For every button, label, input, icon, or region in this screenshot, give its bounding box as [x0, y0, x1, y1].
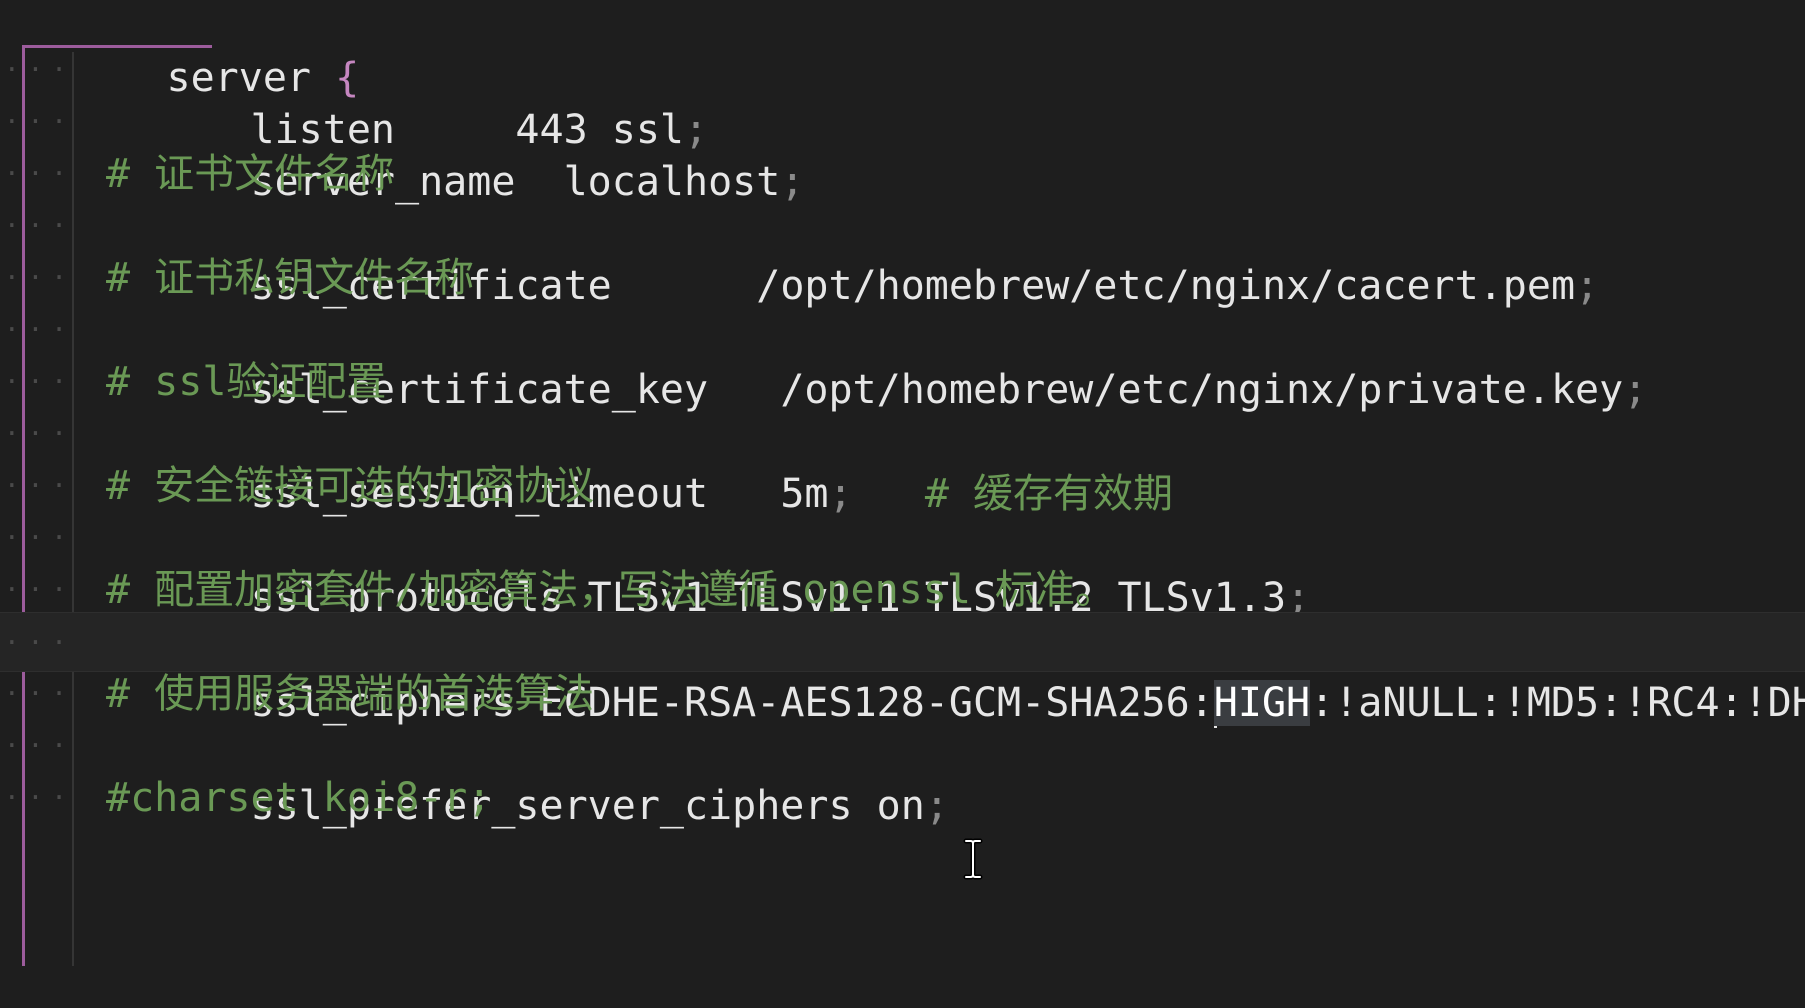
code-line[interactable]: ··· # 证书文件名称 [0, 144, 1805, 204]
current-code-line[interactable]: ··· ssl_ciphers ECDHE-RSA-AES128-GCM-SHA… [0, 612, 1805, 728]
code-line[interactable]: ··· ssl_certificate /opt/homebrew/etc/ng… [0, 196, 1805, 309]
comment: # 使用服务器端的首选算法 [106, 671, 595, 717]
comment: # 证书私钥文件名称 [106, 255, 475, 301]
whitespace-dots: ··· [4, 575, 75, 605]
whitespace-dots: ··· [4, 471, 75, 501]
code-line[interactable]: ··· #charset koi8-r; [0, 768, 1805, 828]
whitespace-dots: ··· [4, 367, 75, 397]
code-line[interactable]: ··· ssl_prefer_server_ciphers on; [0, 716, 1805, 829]
whitespace-dots: ··· [4, 211, 75, 241]
comment: # 配置加密套件/加密算法，写法遵循 openssl 标准。 [106, 567, 1115, 613]
code-line[interactable]: ··· ssl_session_timeout 5m; # 缓存有效期 [0, 404, 1805, 517]
code-line[interactable]: ··· ssl_protocols TLSv1 TLSv1.1 TLSv1.2 … [0, 508, 1805, 621]
code-line[interactable]: ··· # 安全链接可选的加密协议 [0, 456, 1805, 516]
code-line[interactable]: ··· listen 443 ssl; [0, 40, 1805, 153]
whitespace-dots: ··· [4, 315, 75, 345]
code-line[interactable]: ··· # ssl验证配置 [0, 352, 1805, 412]
code-line[interactable]: ··· ssl_certificate_key /opt/homebrew/et… [0, 300, 1805, 413]
whitespace-dots: ··· [4, 419, 75, 449]
comment: # ssl验证配置 [106, 359, 387, 405]
code-line[interactable]: ··· # 证书私钥文件名称 [0, 248, 1805, 308]
whitespace-dots: ··· [4, 523, 75, 553]
whitespace-dots: ··· [4, 159, 75, 189]
whitespace-dots: ··· [4, 679, 75, 709]
comment: #charset koi8-r; [106, 775, 492, 821]
code-line[interactable]: ··· server_name localhost; [0, 92, 1805, 205]
whitespace-dots: ··· [4, 263, 75, 293]
whitespace-dots: ··· [4, 731, 75, 761]
code-editor[interactable]: server { ··· listen 443 ssl; ··· server_… [0, 0, 1805, 966]
whitespace-dots: ··· [4, 55, 75, 85]
comment: # 证书文件名称 [106, 151, 395, 197]
whitespace-dots: ··· [4, 783, 75, 813]
text-cursor-icon [963, 838, 983, 880]
code-line[interactable]: ··· # 配置加密套件/加密算法，写法遵循 openssl 标准。 [0, 560, 1805, 620]
comment: # 安全链接可选的加密协议 [106, 463, 595, 509]
code-line[interactable]: ··· # 使用服务器端的首选算法 [0, 664, 1805, 724]
whitespace-dots: ··· [4, 107, 75, 137]
